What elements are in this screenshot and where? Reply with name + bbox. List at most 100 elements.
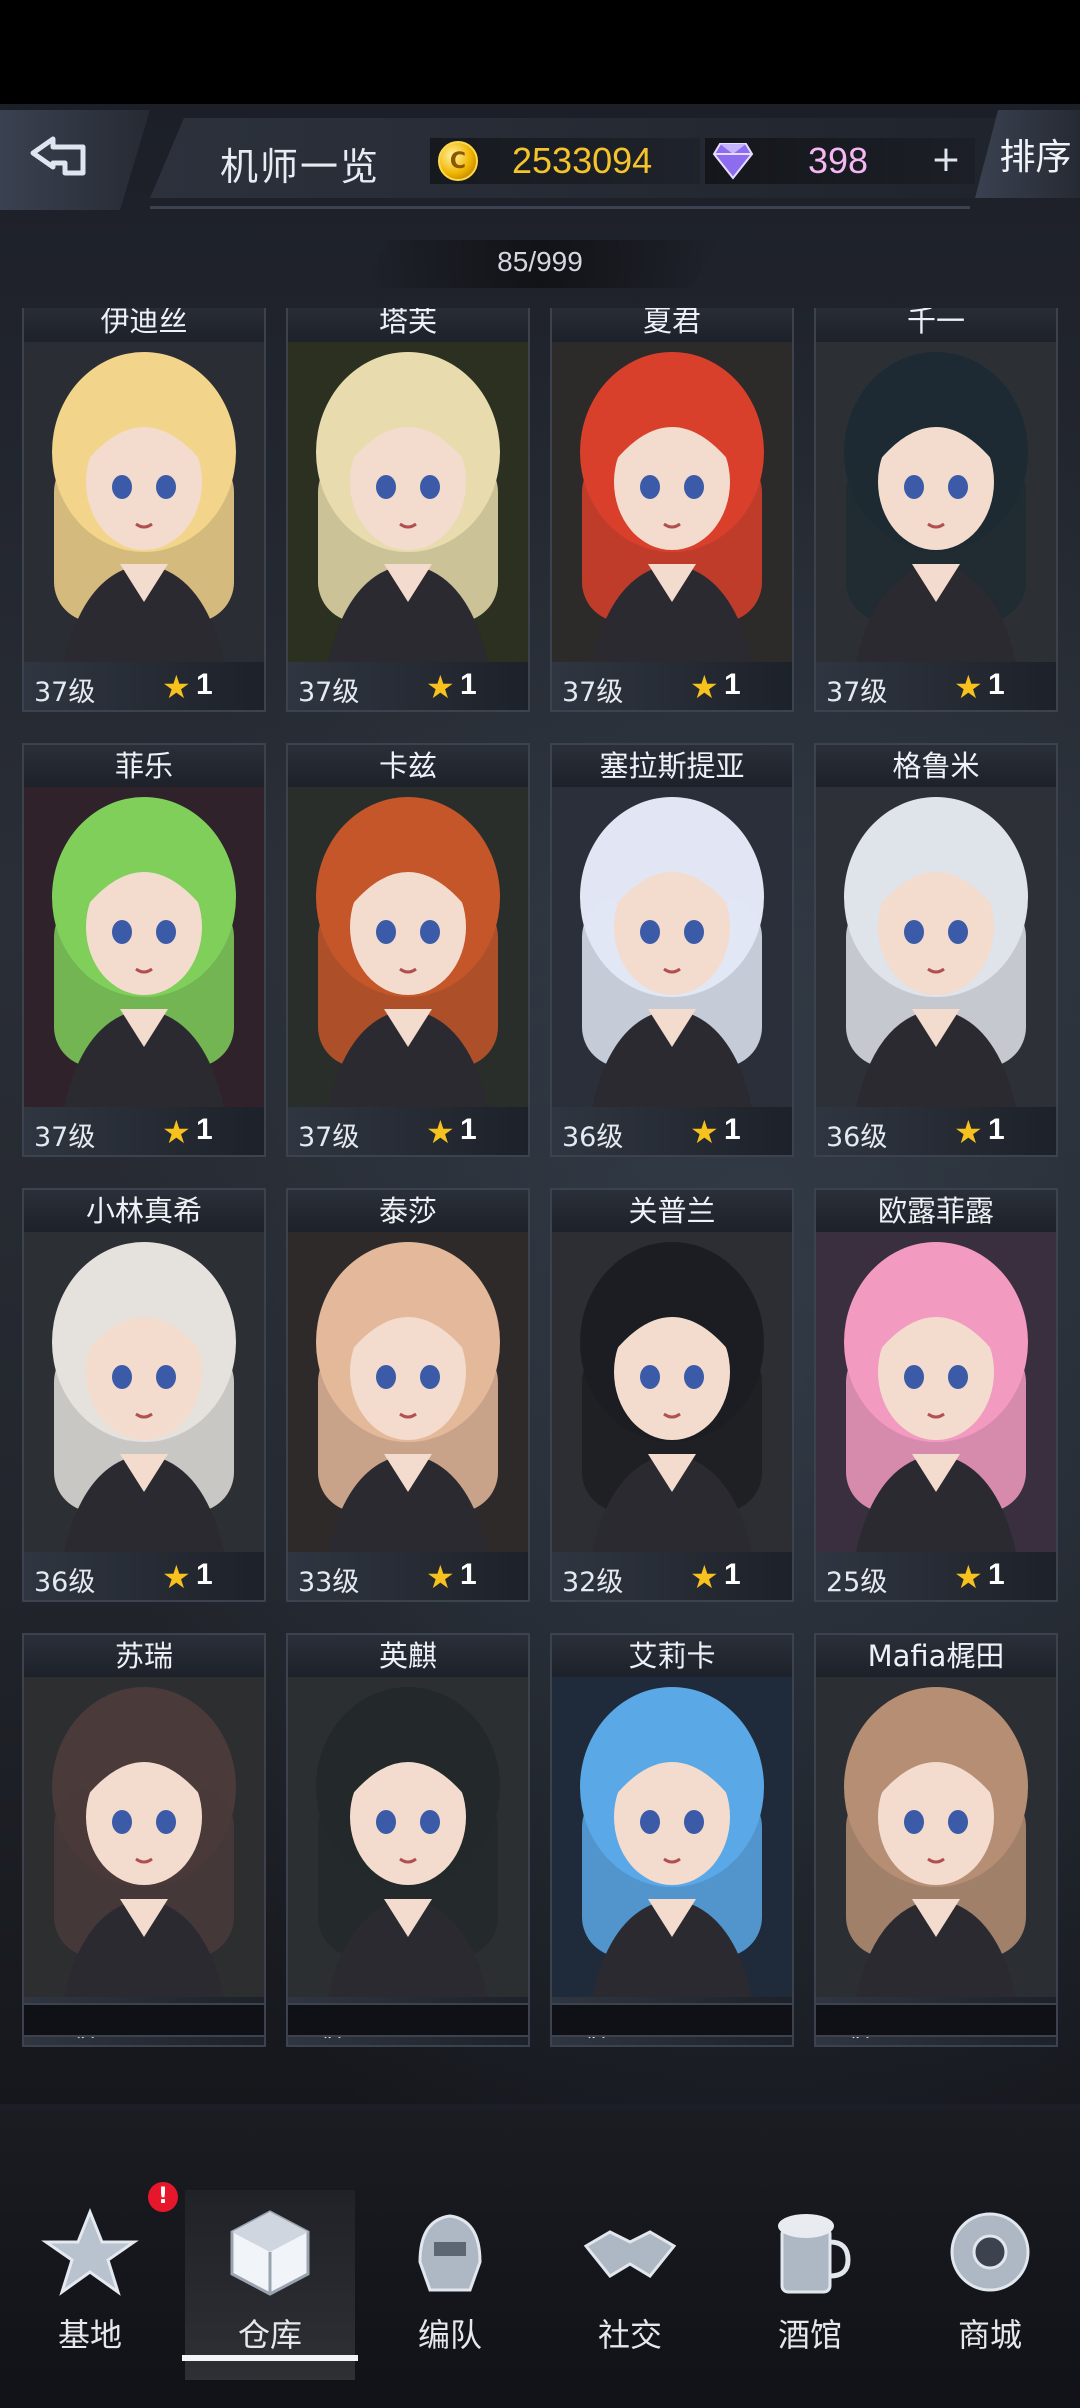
pilot-portrait bbox=[288, 1677, 528, 1997]
nav-label: 酒馆 bbox=[777, 2316, 842, 2354]
add-gems-button[interactable]: + bbox=[926, 140, 966, 180]
header-divider bbox=[150, 206, 970, 209]
pilot-card[interactable]: 欧露菲露 25级 ★ 1 bbox=[814, 1188, 1058, 1602]
pilot-card-partial[interactable] bbox=[286, 2003, 530, 2037]
star-icon: ★ bbox=[162, 1113, 191, 1151]
nav-team[interactable]: 编队 bbox=[365, 2190, 535, 2380]
pilot-card[interactable]: 苏瑞21级★1 bbox=[22, 1633, 266, 2047]
star-icon: ★ bbox=[954, 1558, 983, 1596]
pilot-card-partial[interactable] bbox=[22, 2003, 266, 2037]
active-tab-indicator bbox=[182, 2355, 358, 2361]
pilot-name: 卡兹 bbox=[288, 745, 528, 787]
pilot-name: 伊迪丝 bbox=[24, 308, 264, 342]
warehouse-icon bbox=[220, 2202, 320, 2302]
pilot-card-footer: 25级 ★ 1 bbox=[816, 1552, 1056, 1600]
pilot-name: 千一 bbox=[816, 308, 1056, 342]
pilot-count: 85/999 bbox=[497, 246, 583, 277]
pilot-portrait bbox=[24, 1677, 264, 1997]
star-icon: ★ bbox=[162, 668, 191, 706]
pilot-card-partial[interactable] bbox=[550, 2003, 794, 2037]
pilot-name: 菲乐 bbox=[24, 745, 264, 787]
pilot-name: 苏瑞 bbox=[24, 1635, 264, 1677]
pilot-level: 32级 bbox=[562, 1567, 624, 1598]
pilot-card-footer: 33级 ★ 1 bbox=[288, 1552, 528, 1600]
pilot-name: Mafia梶田 bbox=[816, 1635, 1056, 1677]
nav-handshake[interactable]: 社交 bbox=[545, 2190, 715, 2380]
pilot-card-footer: 36级 ★ 1 bbox=[24, 1552, 264, 1600]
pilot-name: 欧露菲露 bbox=[816, 1190, 1056, 1232]
pilot-card[interactable]: 伊迪丝 37级 ★ 1 bbox=[22, 308, 266, 712]
nav-warehouse[interactable]: 仓库 bbox=[185, 2190, 355, 2380]
pilot-card-footer: 32级 ★ 1 bbox=[552, 1552, 792, 1600]
gem-icon bbox=[712, 143, 754, 180]
pilot-level: 36级 bbox=[826, 1122, 888, 1153]
pilot-name: 塞拉斯提亚 bbox=[552, 745, 792, 787]
nav-base[interactable]: 基地 bbox=[5, 2190, 175, 2380]
sort-label: 排序 bbox=[999, 137, 1072, 178]
star-count: 1 bbox=[724, 1113, 741, 1146]
pilot-name: 泰莎 bbox=[288, 1190, 528, 1232]
pilot-card[interactable]: 小林真希 36级 ★ 1 bbox=[22, 1188, 266, 1602]
pilot-card[interactable]: 英麒1级★1 bbox=[286, 1633, 530, 2047]
pilot-name: 夏君 bbox=[552, 308, 792, 342]
pilot-card[interactable]: 艾莉卡1级★1 bbox=[550, 1633, 794, 2047]
pilot-level: 36级 bbox=[34, 1567, 96, 1598]
nav-shop[interactable]: 商城 bbox=[905, 2190, 1075, 2380]
pilot-level: 36级 bbox=[562, 1122, 624, 1153]
pilot-card-partial[interactable] bbox=[814, 2003, 1058, 2037]
shop-icon bbox=[940, 2202, 1040, 2302]
pilot-portrait bbox=[288, 342, 528, 662]
pilot-card[interactable]: 卡兹 37级 ★ 1 bbox=[286, 743, 530, 1157]
star-icon: ★ bbox=[426, 1113, 455, 1151]
nav-label: 编队 bbox=[417, 2316, 482, 2354]
pilot-card[interactable]: 夏君 37级 ★ 1 bbox=[550, 308, 794, 712]
pilot-portrait bbox=[24, 787, 264, 1107]
pilot-card[interactable]: 塞拉斯提亚 36级 ★ 1 bbox=[550, 743, 794, 1157]
pilot-card[interactable]: 泰莎 33级 ★ 1 bbox=[286, 1188, 530, 1602]
pilot-portrait bbox=[24, 342, 264, 662]
star-icon: ★ bbox=[162, 1558, 191, 1596]
pilot-card[interactable]: 格鲁米 36级 ★ 1 bbox=[814, 743, 1058, 1157]
pilot-name: 小林真希 bbox=[24, 1190, 264, 1232]
pilot-portrait bbox=[552, 342, 792, 662]
pilot-level: 37级 bbox=[34, 677, 96, 708]
pilot-level: 25级 bbox=[826, 1567, 888, 1598]
star-count: 1 bbox=[988, 1558, 1005, 1591]
star-icon: ★ bbox=[690, 1558, 719, 1596]
pilot-level: 37级 bbox=[826, 677, 888, 708]
pilot-name: 艾莉卡 bbox=[552, 1635, 792, 1677]
pilot-grid: 伊迪丝 37级 ★ 1 塔芙 37级 ★ 1 夏君 37级 ★ 1 千一 37级 ★ 1 菲乐 37级 ★ 1 卡兹 37… bbox=[22, 308, 1062, 2118]
pilot-card[interactable]: 菲乐 37级 ★ 1 bbox=[22, 743, 266, 1157]
star-count: 1 bbox=[724, 668, 741, 701]
pilot-portrait bbox=[288, 787, 528, 1107]
pilot-level: 37级 bbox=[562, 677, 624, 708]
pilot-card[interactable]: 千一 37级 ★ 1 bbox=[814, 308, 1058, 712]
pilot-name: 关普兰 bbox=[552, 1190, 792, 1232]
coin-value: 2533094 bbox=[512, 140, 653, 181]
pilot-card-footer: 36级 ★ 1 bbox=[552, 1107, 792, 1155]
pilot-portrait bbox=[816, 787, 1056, 1107]
pilot-card-footer: 36级 ★ 1 bbox=[816, 1107, 1056, 1155]
pilot-card[interactable]: 关普兰 32级 ★ 1 bbox=[550, 1188, 794, 1602]
star-icon: ★ bbox=[690, 1113, 719, 1151]
star-icon: ★ bbox=[426, 1558, 455, 1596]
pilot-card[interactable]: Mafia梶田1级★1 bbox=[814, 1633, 1058, 2047]
pilot-card-footer: 37级 ★ 1 bbox=[288, 662, 528, 710]
pilot-portrait bbox=[552, 1232, 792, 1552]
pilot-level: 37级 bbox=[34, 1122, 96, 1153]
star-icon: ★ bbox=[426, 668, 455, 706]
pilot-card-footer: 37级 ★ 1 bbox=[24, 1107, 264, 1155]
pilot-name: 格鲁米 bbox=[816, 745, 1056, 787]
nav-tavern[interactable]: 酒馆 bbox=[725, 2190, 895, 2380]
star-count: 1 bbox=[460, 1558, 477, 1591]
star-count: 1 bbox=[460, 1113, 477, 1146]
pilot-portrait bbox=[816, 1677, 1056, 1997]
notification-badge: ! bbox=[148, 2182, 178, 2212]
star-icon: ★ bbox=[690, 668, 719, 706]
pilot-card-footer: 37级 ★ 1 bbox=[816, 662, 1056, 710]
pilot-portrait bbox=[24, 1232, 264, 1552]
pilot-card[interactable]: 塔芙 37级 ★ 1 bbox=[286, 308, 530, 712]
status-bar bbox=[0, 0, 1080, 104]
base-icon bbox=[40, 2202, 140, 2302]
nav-label: 基地 bbox=[57, 2316, 122, 2354]
